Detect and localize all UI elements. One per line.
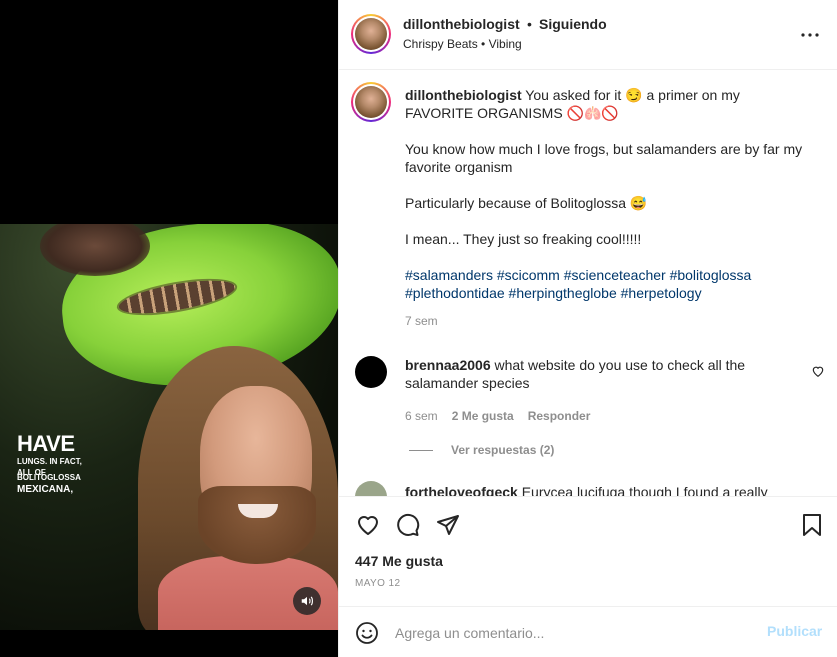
speaker-icon (301, 596, 313, 606)
replies-divider (409, 449, 433, 451)
commenter-avatar[interactable] (355, 356, 387, 388)
comments-section[interactable]: dillonthebiologist You asked for it 😏 a … (339, 70, 837, 496)
comment-button[interactable] (395, 512, 421, 538)
post-date: MAYO 12 (355, 578, 401, 589)
comment-meta: 6 sem 2 Me gusta Responder (405, 409, 590, 423)
save-button[interactable] (799, 512, 825, 538)
post-details-panel: dillonthebiologist • Siguiendo Chrispy B… (338, 0, 837, 657)
caption-time: 7 sem (405, 314, 438, 328)
comment-item: brennaa2006 what website do you use to c… (405, 356, 785, 392)
header-separator: • (527, 16, 532, 32)
caption-line-2: You know how much I love frogs, but sala… (405, 141, 803, 175)
comment-input[interactable] (395, 619, 755, 647)
reply-button[interactable]: Responder (528, 409, 591, 423)
video-caption-overlay: HAVE LUNGS. IN FACT, ALL OF BOLITOGLOSSA… (17, 431, 82, 496)
add-comment-bar: Publicar (339, 606, 837, 657)
comment-like-icon[interactable] (811, 364, 825, 378)
emoji-icon[interactable] (355, 621, 379, 645)
publish-button[interactable]: Publicar (767, 623, 822, 639)
comment-icon (397, 513, 420, 536)
send-icon (437, 515, 459, 535)
video-frame (0, 224, 338, 630)
view-replies-button[interactable]: Ver respuestas (2) (409, 443, 554, 457)
audio-link[interactable]: Chrispy Beats • Vibing (403, 37, 522, 51)
view-replies-label: Ver respuestas (2) (451, 443, 555, 457)
share-button[interactable] (435, 512, 461, 538)
like-button[interactable] (355, 512, 381, 538)
post-video[interactable]: HAVE LUNGS. IN FACT, ALL OF BOLITOGLOSSA… (0, 0, 338, 657)
caption-username[interactable]: dillonthebiologist (405, 87, 522, 103)
more-options-button[interactable] (800, 25, 820, 45)
more-options-icon (801, 33, 819, 37)
caption-line-4: I mean... They just so freaking cool!!!!… (405, 231, 642, 247)
comment-time: 6 sem (405, 409, 438, 423)
comment-likes[interactable]: 2 Me gusta (452, 409, 514, 423)
commenter-avatar[interactable] (355, 481, 387, 496)
comment-username[interactable]: fortheloveofgeck (405, 484, 518, 496)
comment-username[interactable]: brennaa2006 (405, 357, 491, 373)
comment-body: Eurycea lucifuga though I found a really (521, 484, 768, 496)
post-actions: 447 Me gusta MAYO 12 (339, 496, 837, 606)
comment-item: fortheloveofgeck Eurycea lucifuga though… (405, 483, 768, 496)
post-caption: dillonthebiologist You asked for it 😏 a … (405, 86, 805, 330)
heart-icon (358, 516, 378, 535)
caption-avatar[interactable] (351, 82, 391, 122)
author-username[interactable]: dillonthebiologist (403, 16, 520, 32)
audio-toggle-button[interactable] (293, 587, 321, 615)
bookmark-icon (803, 514, 821, 536)
author-avatar[interactable] (351, 14, 391, 54)
likes-count[interactable]: 447 Me gusta (355, 553, 443, 569)
post-header: dillonthebiologist • Siguiendo Chrispy B… (339, 0, 837, 70)
caption-hashtags[interactable]: #salamanders #scicomm #scienceteacher #b… (405, 266, 805, 302)
follow-button[interactable]: Siguiendo (539, 16, 607, 32)
caption-line-3: Particularly because of Bolitoglossa 😅 (405, 195, 648, 211)
